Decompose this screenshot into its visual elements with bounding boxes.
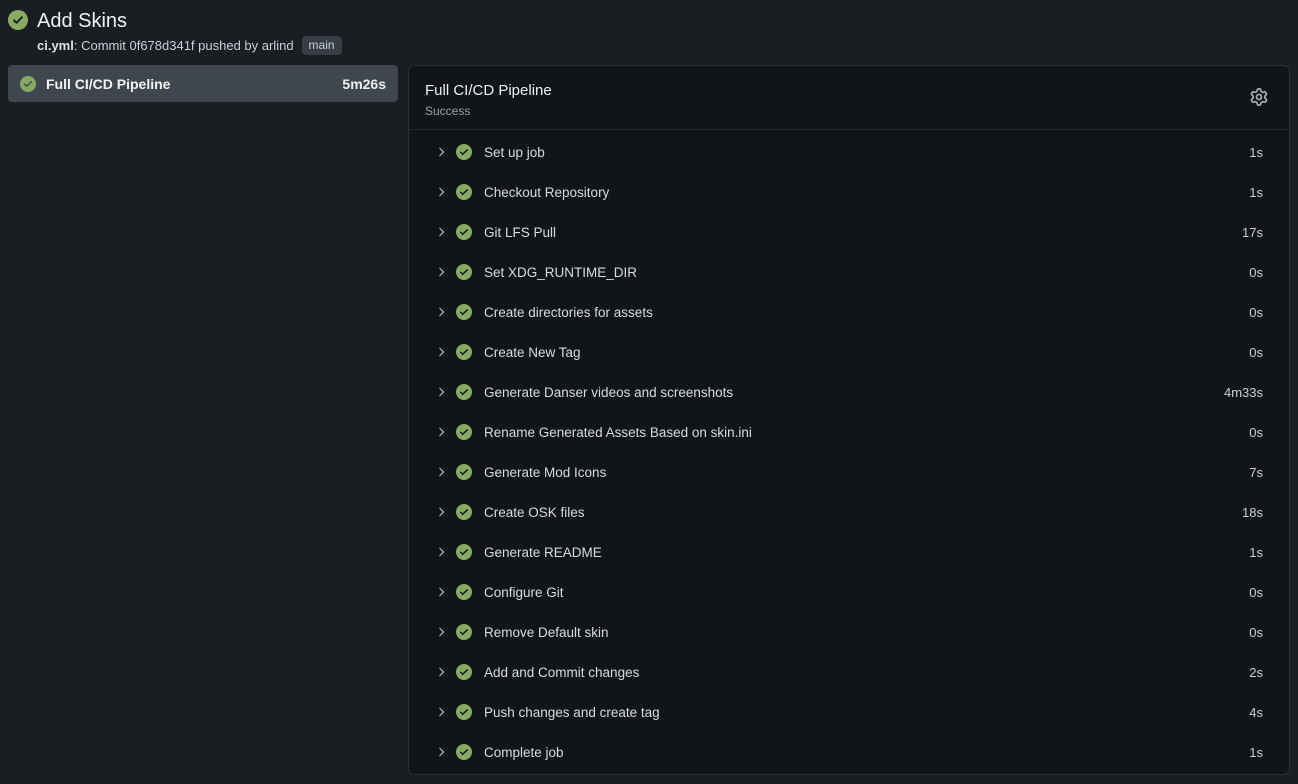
check-circle-icon [456, 264, 472, 280]
job-panel-header: Full CI/CD Pipeline Success [409, 66, 1289, 130]
check-circle-icon [20, 76, 36, 92]
chevron-right-icon[interactable] [434, 665, 448, 679]
step-row[interactable]: Complete job 1s [409, 732, 1289, 772]
chevron-right-icon[interactable] [434, 625, 448, 639]
step-row[interactable]: Remove Default skin 0s [409, 612, 1289, 652]
chevron-right-icon[interactable] [434, 505, 448, 519]
step-duration: 1s [1249, 185, 1263, 200]
step-name: Add and Commit changes [484, 665, 1249, 680]
step-duration: 0s [1249, 425, 1263, 440]
jobs-sidebar: Full CI/CD Pipeline 5m26s [8, 65, 398, 102]
step-duration: 1s [1249, 545, 1263, 560]
step-name: Push changes and create tag [484, 705, 1249, 720]
chevron-right-icon[interactable] [434, 425, 448, 439]
step-row[interactable]: Add and Commit changes 2s [409, 652, 1289, 692]
step-row[interactable]: Checkout Repository 1s [409, 172, 1289, 212]
step-duration: 17s [1242, 225, 1263, 240]
job-name: Full CI/CD Pipeline [46, 76, 332, 92]
step-name: Git LFS Pull [484, 225, 1242, 240]
step-name: Create directories for assets [484, 305, 1249, 320]
step-row[interactable]: Push changes and create tag 4s [409, 692, 1289, 732]
check-circle-icon [456, 624, 472, 640]
step-duration: 7s [1249, 465, 1263, 480]
step-name: Rename Generated Assets Based on skin.in… [484, 425, 1249, 440]
step-duration: 4m33s [1224, 385, 1263, 400]
check-circle-icon [456, 224, 472, 240]
step-name: Remove Default skin [484, 625, 1249, 640]
step-name: Complete job [484, 745, 1249, 760]
check-circle-icon [456, 344, 472, 360]
step-row[interactable]: Set up job 1s [409, 132, 1289, 172]
chevron-right-icon[interactable] [434, 385, 448, 399]
commit-text: : Commit 0f678d341f pushed by arlind [74, 38, 294, 53]
step-name: Generate README [484, 545, 1249, 560]
check-circle-icon [456, 464, 472, 480]
step-name: Generate Mod Icons [484, 465, 1249, 480]
check-circle-icon [456, 384, 472, 400]
step-row[interactable]: Configure Git 0s [409, 572, 1289, 612]
check-circle-icon [456, 304, 472, 320]
step-name: Create New Tag [484, 345, 1249, 360]
check-circle-icon [8, 10, 28, 30]
step-row[interactable]: Create directories for assets 0s [409, 292, 1289, 332]
step-name: Generate Danser videos and screenshots [484, 385, 1224, 400]
step-duration: 2s [1249, 665, 1263, 680]
step-name: Set XDG_RUNTIME_DIR [484, 265, 1249, 280]
check-circle-icon [456, 584, 472, 600]
run-title: Add Skins [37, 9, 342, 33]
chevron-right-icon[interactable] [434, 145, 448, 159]
step-row[interactable]: Set XDG_RUNTIME_DIR 0s [409, 252, 1289, 292]
chevron-right-icon[interactable] [434, 305, 448, 319]
branch-badge[interactable]: main [302, 36, 342, 55]
step-duration: 0s [1249, 625, 1263, 640]
step-duration: 0s [1249, 585, 1263, 600]
steps-list: Set up job 1s Checkout Repository 1s Git… [409, 130, 1289, 774]
step-row[interactable]: Git LFS Pull 17s [409, 212, 1289, 252]
check-circle-icon [456, 664, 472, 680]
chevron-right-icon[interactable] [434, 545, 448, 559]
step-row[interactable]: Generate Mod Icons 7s [409, 452, 1289, 492]
job-panel: Full CI/CD Pipeline Success Set up job 1… [408, 65, 1290, 775]
step-duration: 1s [1249, 745, 1263, 760]
step-duration: 4s [1249, 705, 1263, 720]
step-name: Create OSK files [484, 505, 1242, 520]
step-row[interactable]: Create New Tag 0s [409, 332, 1289, 372]
step-duration: 18s [1242, 505, 1263, 520]
step-row[interactable]: Rename Generated Assets Based on skin.in… [409, 412, 1289, 452]
workflow-file: ci.yml [37, 38, 74, 53]
step-row[interactable]: Generate Danser videos and screenshots 4… [409, 372, 1289, 412]
step-row[interactable]: Generate README 1s [409, 532, 1289, 572]
check-circle-icon [456, 504, 472, 520]
step-name: Configure Git [484, 585, 1249, 600]
chevron-right-icon[interactable] [434, 585, 448, 599]
check-circle-icon [456, 704, 472, 720]
run-header: Add Skins ci.yml: Commit 0f678d341f push… [0, 0, 1298, 55]
gear-icon [1250, 88, 1268, 106]
step-duration: 1s [1249, 145, 1263, 160]
chevron-right-icon[interactable] [434, 345, 448, 359]
job-duration: 5m26s [342, 76, 386, 92]
chevron-right-icon[interactable] [434, 745, 448, 759]
step-name: Checkout Repository [484, 185, 1249, 200]
job-status-text: Success [425, 104, 1273, 118]
check-circle-icon [456, 424, 472, 440]
check-circle-icon [456, 144, 472, 160]
check-circle-icon [456, 744, 472, 760]
check-circle-icon [456, 184, 472, 200]
step-duration: 0s [1249, 265, 1263, 280]
chevron-right-icon[interactable] [434, 705, 448, 719]
step-row[interactable]: Create OSK files 18s [409, 492, 1289, 532]
chevron-right-icon[interactable] [434, 225, 448, 239]
chevron-right-icon[interactable] [434, 265, 448, 279]
panel-job-title: Full CI/CD Pipeline [425, 81, 1273, 100]
job-settings-button[interactable] [1250, 87, 1270, 107]
sidebar-job-item[interactable]: Full CI/CD Pipeline 5m26s [8, 65, 398, 102]
check-circle-icon [456, 544, 472, 560]
chevron-right-icon[interactable] [434, 185, 448, 199]
chevron-right-icon[interactable] [434, 465, 448, 479]
step-duration: 0s [1249, 305, 1263, 320]
commit-info: ci.yml: Commit 0f678d341f pushed by arli… [37, 36, 342, 55]
step-name: Set up job [484, 145, 1249, 160]
step-duration: 0s [1249, 345, 1263, 360]
